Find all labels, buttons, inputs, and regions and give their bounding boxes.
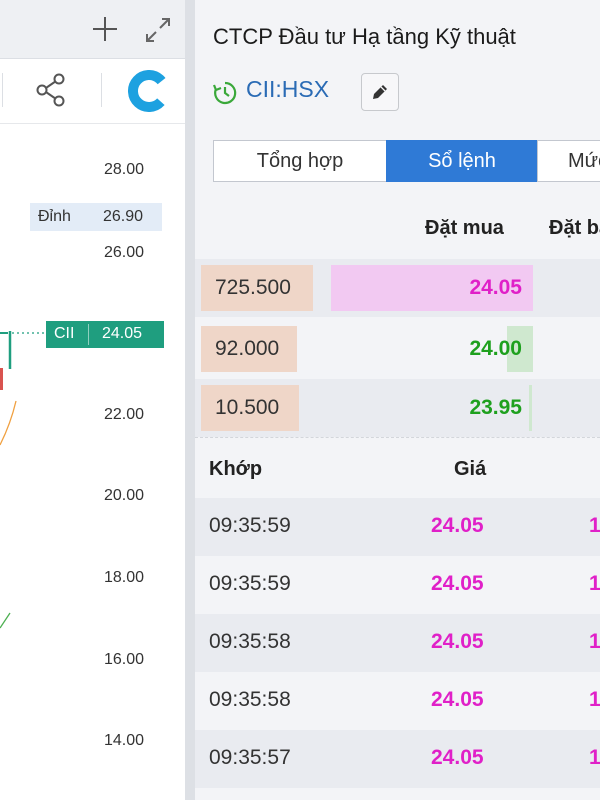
tab-bar: Tổng hợp Sổ lệnh Mức: [213, 140, 600, 182]
candle-body: [0, 368, 3, 390]
clock-icon: [212, 81, 237, 105]
trade-price-header: Giá: [454, 458, 487, 480]
axis-tick-label: 18.00: [104, 569, 145, 586]
edit-button[interactable]: [361, 73, 399, 111]
trade-time: 09:35:59: [209, 514, 291, 537]
ask-column-header: Đặt bán: [549, 217, 600, 239]
trade-price: 24.05: [431, 572, 484, 595]
company-name: CTCP Đầu tư Hạ tầng Kỹ thuật: [213, 24, 516, 49]
axis-tick-label: 28.00: [104, 161, 145, 178]
trade-row[interactable]: 09:35:57 24.05 1: [195, 730, 600, 788]
trade-row[interactable]: 09:35:59 24.05 1: [195, 498, 600, 556]
bid-volume: 92.000: [201, 326, 297, 372]
marker-value: 24.05: [102, 325, 143, 342]
toolbar-divider: [101, 73, 102, 107]
order-book-row[interactable]: 725.500 24.05: [195, 259, 600, 317]
trade-time-header: Khớp: [209, 458, 263, 480]
tab-summary[interactable]: Tổng hợp: [213, 140, 387, 182]
trade-price: 24.05: [431, 746, 484, 769]
trade-row[interactable]: 09:35:58 24.05 1: [195, 614, 600, 672]
trade-time: 09:35:58: [209, 630, 291, 653]
bid-volume: 10.500: [201, 385, 299, 431]
chart-header-bar: [0, 0, 185, 59]
marker-symbol: CII: [54, 325, 75, 342]
bid-price: 24.00: [469, 337, 522, 360]
axis-tick-label: 14.00: [104, 732, 145, 749]
axis-tick-label: 16.00: [104, 651, 145, 668]
trade-volume: 1: [589, 514, 600, 537]
bid-volume-bar: [529, 385, 532, 431]
trade-row[interactable]: 09:35:59 24.05 1: [195, 556, 600, 614]
trade-price: 24.05: [431, 630, 484, 653]
axis-tick-label: 26.00: [104, 244, 145, 261]
section-divider: [195, 437, 600, 438]
moving-average-line: [0, 400, 17, 446]
plus-icon[interactable]: [92, 16, 118, 42]
expand-icon[interactable]: [144, 16, 172, 44]
order-book-row[interactable]: 10.500 23.95: [195, 379, 600, 437]
moving-average-line: [0, 612, 11, 629]
axis-tick-label: 22.00: [104, 406, 145, 423]
trade-price: 24.05: [431, 688, 484, 711]
trade-price: 24.05: [431, 514, 484, 537]
trade-volume: 1: [589, 688, 600, 711]
trade-time: 09:35:57: [209, 746, 291, 769]
peak-price-label: Đỉnh 26.90: [30, 203, 162, 231]
tab-order-book[interactable]: Sổ lệnh: [386, 140, 538, 182]
trade-time: 09:35:59: [209, 572, 291, 595]
bid-volume: 725.500: [201, 265, 313, 311]
marker-divider: [88, 324, 89, 345]
bid-column-header: Đặt mua: [425, 217, 504, 239]
order-book-row[interactable]: 92.000 24.00: [195, 320, 600, 378]
trade-volume: 1: [589, 630, 600, 653]
stock-detail-panel: CTCP Đầu tư Hạ tầng Kỹ thuật CII:HSX Tổn…: [195, 0, 600, 800]
panel-divider[interactable]: [185, 0, 195, 800]
bid-price: 23.95: [469, 396, 522, 419]
trade-volume: 1: [589, 746, 600, 769]
share-icon[interactable]: [34, 72, 68, 108]
brand-logo-icon: [128, 70, 170, 112]
bid-price: 24.05: [469, 276, 522, 299]
tab-levels[interactable]: Mức: [537, 140, 600, 182]
pencil-icon: [373, 85, 387, 99]
trade-time: 09:35:58: [209, 688, 291, 711]
peak-label: Đỉnh: [38, 208, 71, 225]
trade-volume: 1: [589, 572, 600, 595]
last-price-marker: CII 24.05: [46, 321, 164, 348]
ticker-symbol[interactable]: CII:HSX: [246, 76, 329, 103]
toolbar-divider: [2, 73, 3, 107]
trade-row[interactable]: 09:35:58 24.05 1: [195, 672, 600, 730]
axis-tick-label: 20.00: [104, 487, 145, 504]
peak-value: 26.90: [103, 208, 144, 225]
chart-panel[interactable]: 28.00 26.00 22.00 20.00 18.00 16.00 14.0…: [0, 0, 185, 800]
